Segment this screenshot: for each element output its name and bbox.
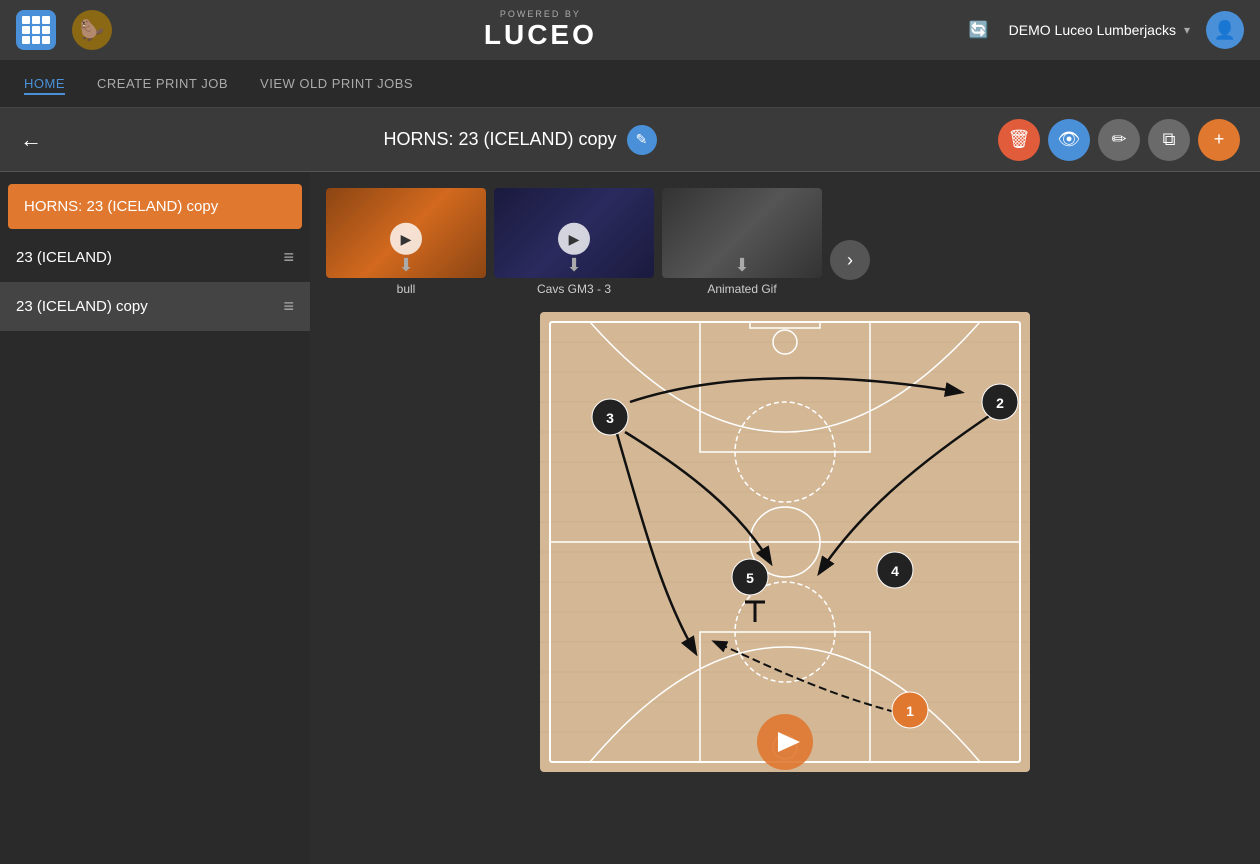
- title-area: HORNS: 23 (ICELAND) copy ✎: [383, 125, 656, 155]
- court-svg: 3 2 5 4 1: [540, 312, 1030, 772]
- delete-button[interactable]: 🗑: [998, 119, 1040, 161]
- back-button[interactable]: ←: [20, 127, 42, 153]
- sidebar-item-23-iceland[interactable]: 23 (ICELAND) ≡: [0, 233, 310, 282]
- video-row: ⬇ ▶ bull ⬇ ▶ Cavs GM3 - 3 ⬇ Animated Gif…: [326, 188, 1244, 296]
- svg-text:4: 4: [891, 563, 899, 579]
- court-diagram: 3 2 5 4 1: [540, 312, 1030, 777]
- grid-menu-button[interactable]: [16, 10, 56, 50]
- chevron-right-icon: ›: [847, 250, 853, 271]
- sidebar-item-label: 23 (ICELAND): [16, 249, 112, 266]
- team-logo: 🦫: [72, 10, 112, 50]
- thumb-label-cavs: Cavs GM3 - 3: [494, 282, 654, 296]
- sidebar: HORNS: 23 (ICELAND) copy 23 (ICELAND) ≡ …: [0, 172, 310, 864]
- sidebar-item-label: 23 (ICELAND) copy: [16, 298, 148, 315]
- video-thumb-bull[interactable]: ⬇ ▶ bull: [326, 188, 486, 296]
- copy-button[interactable]: ⧉: [1148, 119, 1190, 161]
- edit-button[interactable]: ✏: [1098, 119, 1140, 161]
- nav-home[interactable]: HOME: [24, 72, 65, 95]
- video-thumb-cavs[interactable]: ⬇ ▶ Cavs GM3 - 3: [494, 188, 654, 296]
- team-name-label: DEMO Luceo Lumberjacks: [1009, 22, 1176, 38]
- play-icon: ▶: [390, 223, 422, 255]
- secondary-nav: HOME CREATE PRINT JOB VIEW OLD PRINT JOB…: [0, 60, 1260, 108]
- sidebar-item-label: HORNS: 23 (ICELAND) copy: [24, 198, 218, 215]
- play-icon: ▶: [558, 223, 590, 255]
- eye-icon: 👁: [1058, 129, 1081, 150]
- svg-text:3: 3: [606, 410, 614, 426]
- menu-icon: ≡: [283, 247, 294, 268]
- edit-title-button[interactable]: ✎: [627, 125, 657, 155]
- nav-create-print-job[interactable]: CREATE PRINT JOB: [97, 72, 228, 95]
- plus-icon: +: [1214, 129, 1225, 150]
- dropdown-chevron-icon: ▾: [1184, 23, 1190, 37]
- add-button[interactable]: +: [1198, 119, 1240, 161]
- nav-view-old-print-jobs[interactable]: VIEW OLD PRINT JOBS: [260, 72, 413, 95]
- powered-by-label: POWERED BY: [500, 9, 581, 19]
- main-layout: HORNS: 23 (ICELAND) copy 23 (ICELAND) ≡ …: [0, 172, 1260, 864]
- sidebar-item-23-iceland-copy[interactable]: 23 (ICELAND) copy ≡: [0, 282, 310, 331]
- page-title: HORNS: 23 (ICELAND) copy: [383, 129, 616, 150]
- svg-text:5: 5: [746, 570, 754, 586]
- copy-icon: ⧉: [1163, 129, 1176, 150]
- avatar-icon: 👤: [1214, 20, 1236, 41]
- download-icon[interactable]: ⬇: [398, 255, 413, 276]
- menu-icon: ≡: [283, 296, 294, 317]
- svg-text:1: 1: [906, 703, 914, 719]
- luceo-logo: POWERED BY LUCEO: [128, 9, 953, 51]
- view-button[interactable]: 👁: [1048, 119, 1090, 161]
- grid-icon: [22, 16, 50, 44]
- content-area: ⬇ ▶ bull ⬇ ▶ Cavs GM3 - 3 ⬇ Animated Gif…: [310, 172, 1260, 864]
- team-selector[interactable]: DEMO Luceo Lumberjacks ▾: [1009, 22, 1190, 38]
- trash-icon: 🗑: [1008, 129, 1031, 150]
- thumb-label-bull: bull: [326, 282, 486, 296]
- action-buttons: 🗑 👁 ✏ ⧉ +: [998, 119, 1240, 161]
- download-icon[interactable]: ⬇: [734, 255, 749, 276]
- sidebar-item-horns-copy[interactable]: HORNS: 23 (ICELAND) copy: [8, 184, 302, 229]
- thumb-label-gif: Animated Gif: [662, 282, 822, 296]
- user-avatar-button[interactable]: 👤: [1206, 11, 1244, 49]
- edit-icon: ✏: [1111, 129, 1126, 150]
- download-icon[interactable]: ⬇: [566, 255, 581, 276]
- luceo-brand-text: LUCEO: [484, 19, 597, 51]
- refresh-icon[interactable]: 🔄: [969, 20, 989, 40]
- thumb-image-gif: ⬇: [662, 188, 822, 278]
- next-button[interactable]: ›: [830, 240, 870, 280]
- content-bar: ← HORNS: 23 (ICELAND) copy ✎ 🗑 👁 ✏ ⧉ +: [0, 108, 1260, 172]
- svg-text:2: 2: [996, 395, 1004, 411]
- pencil-icon: ✎: [636, 131, 648, 148]
- video-thumb-gif[interactable]: ⬇ Animated Gif: [662, 188, 822, 296]
- top-nav: 🦫 POWERED BY LUCEO 🔄 DEMO Luceo Lumberja…: [0, 0, 1260, 60]
